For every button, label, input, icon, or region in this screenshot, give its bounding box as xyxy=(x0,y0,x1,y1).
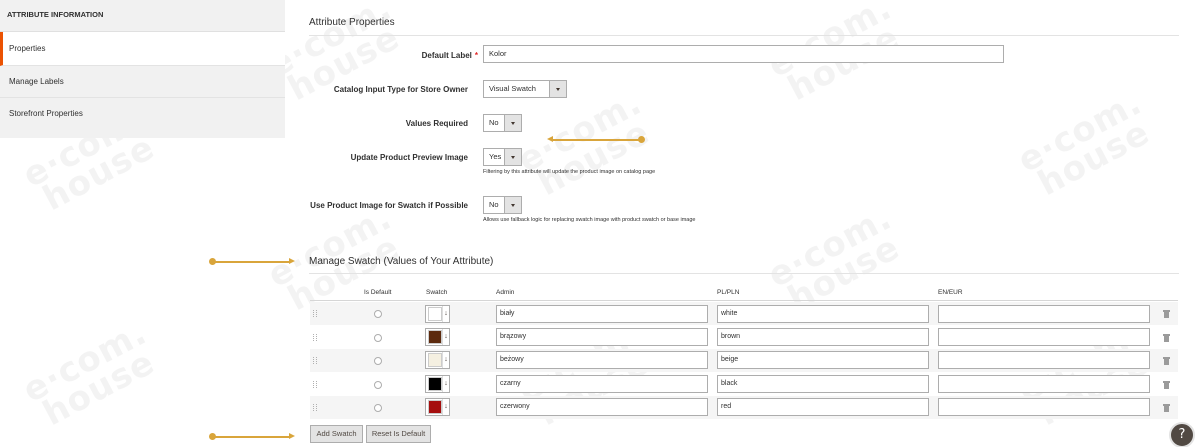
is-default-radio[interactable] xyxy=(374,310,382,318)
select-value: Visual Swatch xyxy=(489,84,536,93)
catalog-input-type-select[interactable]: Visual Swatch xyxy=(483,80,567,98)
swatch-color xyxy=(428,353,442,367)
swatch-color xyxy=(428,377,442,391)
sidebar-item-storefront-properties[interactable]: Storefront Properties xyxy=(0,98,285,130)
select-value: No xyxy=(489,118,499,127)
chevron-down-icon xyxy=(549,81,566,97)
swatch-picker[interactable]: ↓ xyxy=(425,398,450,416)
manage-swatch-title: Manage Swatch (Values of Your Attribute) xyxy=(309,256,494,267)
admin-input[interactable]: biały xyxy=(496,305,708,323)
arrow-down-icon: ↓ xyxy=(442,352,449,368)
drag-handle-icon[interactable] xyxy=(313,357,317,364)
admin-input[interactable]: brązowy xyxy=(496,328,708,346)
add-swatch-button[interactable]: Add Swatch xyxy=(310,425,363,443)
attribute-properties-title: Attribute Properties xyxy=(309,17,395,28)
pl-input[interactable]: beige xyxy=(717,351,929,369)
catalog-input-type-label: Catalog Input Type for Store Owner xyxy=(333,85,468,94)
table-header-divider xyxy=(310,300,1178,301)
trash-icon[interactable] xyxy=(1163,381,1170,389)
watermark-logo: e·com.house xyxy=(1011,82,1157,205)
is-default-radio[interactable] xyxy=(374,381,382,389)
col-pl-pln: PL/PLN xyxy=(717,289,740,296)
swatch-picker[interactable]: ↓ xyxy=(425,328,450,346)
swatch-color xyxy=(428,307,442,321)
col-en-eur: EN/EUR xyxy=(938,289,963,296)
chevron-down-icon xyxy=(504,149,521,165)
sidebar: ATTRIBUTE INFORMATION Properties Manage … xyxy=(0,0,285,138)
use-product-image-select[interactable]: No xyxy=(483,196,522,214)
trash-icon[interactable] xyxy=(1163,334,1170,342)
en-input[interactable] xyxy=(938,351,1150,369)
pl-input[interactable]: white xyxy=(717,305,929,323)
arrow-down-icon: ↓ xyxy=(442,376,449,392)
swatch-color xyxy=(428,330,442,344)
pl-input[interactable]: black xyxy=(717,375,929,393)
trash-icon[interactable] xyxy=(1163,357,1170,365)
default-label-input[interactable]: Kolor xyxy=(483,45,1004,63)
admin-input[interactable]: czerwony xyxy=(496,398,708,416)
drag-handle-icon[interactable] xyxy=(313,334,317,341)
reset-is-default-button[interactable]: Reset Is Default xyxy=(366,425,431,443)
is-default-radio[interactable] xyxy=(374,334,382,342)
arrow-down-icon: ↓ xyxy=(442,399,449,415)
en-input[interactable] xyxy=(938,398,1150,416)
help-button[interactable]: ? xyxy=(1169,422,1195,447)
admin-input[interactable]: beżowy xyxy=(496,351,708,369)
drag-handle-icon[interactable] xyxy=(313,381,317,388)
chevron-down-icon xyxy=(504,197,521,213)
watermark-logo: e·com.house xyxy=(16,312,162,435)
is-default-radio[interactable] xyxy=(374,357,382,365)
sidebar-item-properties[interactable]: Properties xyxy=(0,32,285,66)
arrow-down-icon: ↓ xyxy=(442,329,449,345)
watermark-logo: e·com.house xyxy=(511,82,657,205)
drag-handle-icon[interactable] xyxy=(313,310,317,317)
en-input[interactable] xyxy=(938,328,1150,346)
swatch-color xyxy=(428,400,442,414)
select-value: Yes xyxy=(489,152,502,161)
sidebar-header: ATTRIBUTE INFORMATION xyxy=(0,0,285,32)
select-value: No xyxy=(489,200,499,209)
en-input[interactable] xyxy=(938,375,1150,393)
section-divider xyxy=(309,273,1179,274)
trash-icon[interactable] xyxy=(1163,404,1170,412)
col-swatch: Swatch xyxy=(426,289,448,296)
admin-input[interactable]: czarny xyxy=(496,375,708,393)
is-default-radio[interactable] xyxy=(374,404,382,412)
pl-input[interactable]: red xyxy=(717,398,929,416)
swatch-picker[interactable]: ↓ xyxy=(425,351,450,369)
update-preview-note: Filtering by this attribute will update … xyxy=(483,169,656,175)
use-product-image-label: Use Product Image for Swatch if Possible xyxy=(310,201,468,210)
default-label-label: Default Label * xyxy=(421,51,478,60)
drag-handle-icon[interactable] xyxy=(313,404,317,411)
update-preview-select[interactable]: Yes xyxy=(483,148,522,166)
swatch-picker[interactable]: ↓ xyxy=(425,375,450,393)
en-input[interactable] xyxy=(938,305,1150,323)
col-admin: Admin xyxy=(496,289,515,296)
swatch-picker[interactable]: ↓ xyxy=(425,305,450,323)
col-is-default: Is Default xyxy=(364,289,392,296)
required-mark: * xyxy=(474,51,478,60)
section-divider xyxy=(309,35,1179,36)
values-required-label: Values Required xyxy=(405,119,468,128)
arrow-down-icon: ↓ xyxy=(442,306,449,322)
sidebar-item-manage-labels[interactable]: Manage Labels xyxy=(0,66,285,98)
values-required-select[interactable]: No xyxy=(483,114,522,132)
trash-icon[interactable] xyxy=(1163,310,1170,318)
update-preview-label: Update Product Preview Image xyxy=(350,153,468,162)
use-product-image-note: Allows use fallback logic for replacing … xyxy=(483,217,696,223)
pl-input[interactable]: brown xyxy=(717,328,929,346)
chevron-down-icon xyxy=(504,115,521,131)
